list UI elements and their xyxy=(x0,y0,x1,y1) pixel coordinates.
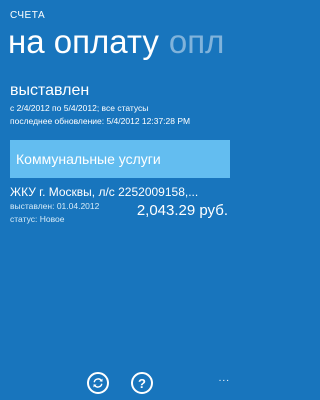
help-button[interactable]: ? xyxy=(131,372,153,394)
bill-name: ЖКУ г. Москвы, л/с 2252009158,... xyxy=(10,185,199,199)
filter-status: выставлен xyxy=(10,82,90,99)
category-header[interactable]: Коммунальные услуги xyxy=(10,140,230,178)
app-title: СЧЕТА xyxy=(10,10,46,21)
refresh-icon xyxy=(93,378,103,388)
filter-summary[interactable]: выставлен с 2/4/2012 по 5/4/2012; все ст… xyxy=(10,82,190,128)
app-bar: ? ... xyxy=(0,368,240,400)
bill-item[interactable]: ЖКУ г. Москвы, л/с 2252009158,... выстав… xyxy=(10,184,232,226)
help-icon: ? xyxy=(138,375,146,391)
pivot-tab-to-pay[interactable]: на оплату xyxy=(8,23,159,60)
bill-amount: 2,043.29 руб. xyxy=(136,202,228,219)
category-label: Коммунальные услуги xyxy=(16,151,161,167)
filter-period: с 2/4/2012 по 5/4/2012; все статусы xyxy=(10,103,149,113)
pivot-header: на оплату опл xyxy=(8,22,224,62)
pivot-tab-next[interactable]: опл xyxy=(169,23,224,60)
last-update: последнее обновление: 5/4/2012 12:37:28 … xyxy=(10,116,191,126)
refresh-button[interactable] xyxy=(87,372,109,394)
more-options[interactable]: ... xyxy=(219,374,230,384)
